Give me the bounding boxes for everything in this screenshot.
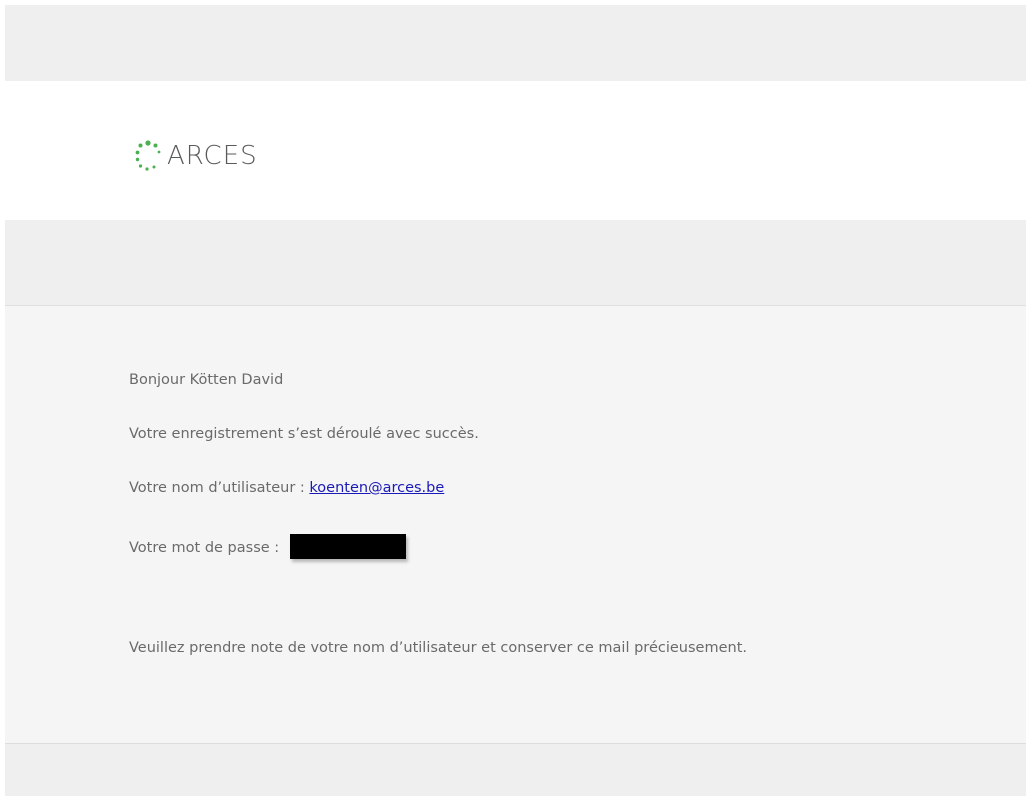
note-text: Veuillez prendre note de votre nom d’uti… <box>129 640 747 656</box>
message-body: Bonjour Kötten David Votre enregistremen… <box>5 306 1026 744</box>
dotted-circle-logo-icon <box>135 140 161 171</box>
username-label: Votre nom d’utilisateur : <box>129 480 310 496</box>
greeting-text: Bonjour Kötten David <box>129 372 284 388</box>
footer-band <box>5 744 1026 796</box>
logo-text: ARCES <box>167 141 258 171</box>
username-line: Votre nom d’utilisateur : koenten@arces.… <box>129 478 444 498</box>
password-redaction <box>289 534 406 559</box>
password-label: Votre mot de passe : <box>129 540 284 556</box>
success-text: Votre enregistrement s’est déroulé avec … <box>129 426 479 442</box>
spacer-band <box>5 220 1026 306</box>
password-line: Votre mot de passe : <box>129 534 406 559</box>
arces-logo: ARCES <box>131 138 258 174</box>
logo-band: ARCES <box>5 81 1026 220</box>
header-band <box>5 5 1026 81</box>
username-email-link[interactable]: koenten@arces.be <box>309 480 444 496</box>
email-frame: ARCES Bonjour Kötten David Votre enregis… <box>5 5 1026 796</box>
